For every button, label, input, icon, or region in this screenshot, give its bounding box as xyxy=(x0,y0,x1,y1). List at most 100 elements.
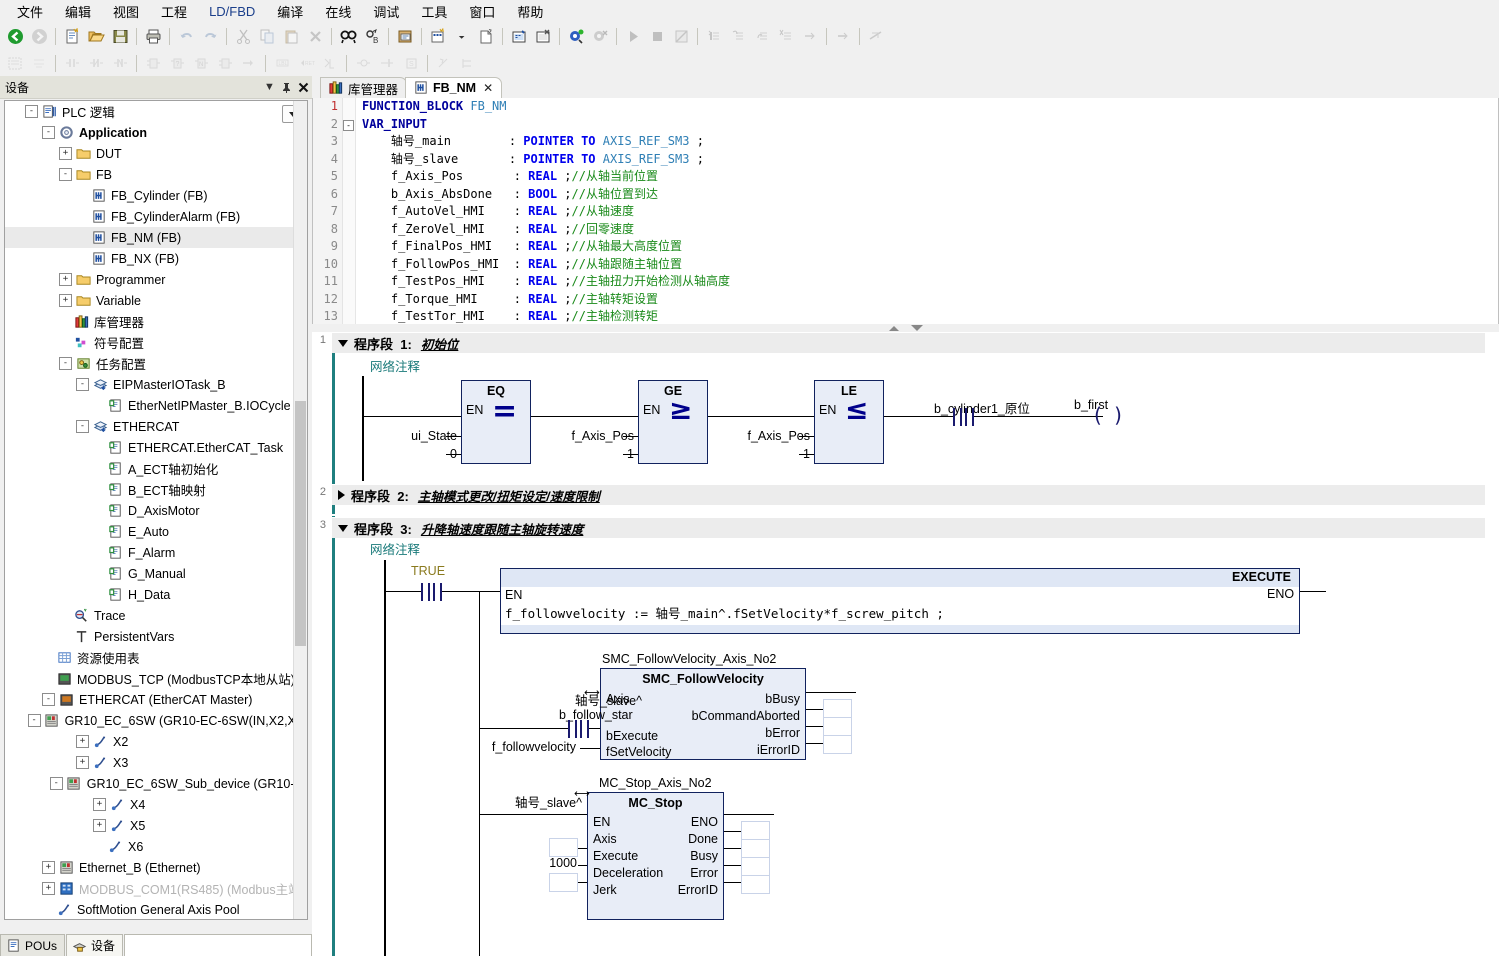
tree-item-GR10_EC_6SW_Sub_device (GR10-E([interactable]: - GR10_EC_6SW_Sub_device (GR10-E( xyxy=(5,773,307,794)
ge-input1-label[interactable]: f_Axis_Pos xyxy=(534,429,634,443)
code-line[interactable]: f_Axis_Pos : REAL ;//从轴当前位置 xyxy=(362,168,1498,186)
tree-item-库管理器[interactable]: 库管理器 xyxy=(5,311,307,332)
menu-item-工程[interactable]: 工程 xyxy=(150,0,198,23)
tree-item-X3[interactable]: + X3 xyxy=(5,752,307,773)
code-line[interactable]: f_TestTor_HMI : REAL ;//主轴检测转矩 xyxy=(362,308,1498,326)
menu-item-编辑[interactable]: 编辑 xyxy=(54,0,102,23)
back-icon[interactable] xyxy=(3,25,27,48)
eq-input1-label[interactable]: ui_State xyxy=(361,429,457,443)
code-line[interactable]: f_FinalPos_HMI : REAL ;//从轴最大高度位置 xyxy=(362,238,1498,256)
tree-item-资源使用表[interactable]: 资源使用表 xyxy=(5,647,307,668)
tree-item-FB_CylinderAlarm (FB)[interactable]: FB_CylinderAlarm (FB) xyxy=(5,206,307,227)
tree-item-X5[interactable]: + X5 xyxy=(5,815,307,836)
collapse-box-icon[interactable]: - xyxy=(76,378,89,391)
tree-item-ETHERCAT (EtherCAT Master)[interactable]: - ETHERCAT (EtherCAT Master) xyxy=(5,689,307,710)
smc-berror-operand-box[interactable] xyxy=(823,717,852,736)
code-line[interactable]: f_TestPos_HMI : REAL ;//主轴扭力开始检测从轴高度 xyxy=(362,273,1498,291)
coil-b-first[interactable]: ( ) xyxy=(1094,405,1125,425)
tree-item-F_Alarm[interactable]: F_Alarm xyxy=(5,542,307,563)
splitter-down-icon[interactable] xyxy=(910,325,923,331)
tree-item-FB_NM (FB)[interactable]: FB_NM (FB) xyxy=(5,227,307,248)
menu-item-窗口[interactable]: 窗口 xyxy=(458,0,506,23)
code-line[interactable]: f_AutoVel_HMI : REAL ;//从轴速度 xyxy=(362,203,1498,221)
network-3-comment[interactable]: 网络注释 xyxy=(370,539,420,558)
expand-box-icon[interactable]: + xyxy=(93,819,106,832)
expand-triangle-icon[interactable] xyxy=(338,490,345,500)
contact-true-a[interactable] xyxy=(421,583,430,601)
network-3-title[interactable]: 升降轴速度跟随主轴旋转速度 xyxy=(421,519,584,538)
collapse-box-icon[interactable]: - xyxy=(27,714,41,727)
declaration-fold-column[interactable]: - xyxy=(343,98,356,331)
editor-tab-FB_NM[interactable]: FB_NM ✕ xyxy=(405,77,503,98)
properties-icon[interactable] xyxy=(393,25,417,48)
menu-item-工具[interactable]: 工具 xyxy=(410,0,458,23)
device-tree[interactable]: - PLC 逻辑 - Application + DUT - FB FB_Cylinder (F… xyxy=(4,100,308,920)
logout-icon[interactable] xyxy=(531,25,555,48)
fold-marker[interactable]: - xyxy=(343,116,355,134)
collapse-box-icon[interactable]: - xyxy=(343,120,354,131)
tree-item-Variable[interactable]: + Variable xyxy=(5,290,307,311)
expand-box-icon[interactable]: + xyxy=(42,861,55,874)
tree-item-EIPMasterIOTask_B[interactable]: - EIPMasterIOTask_B xyxy=(5,374,307,395)
print-icon[interactable] xyxy=(141,25,165,48)
ladder-editor[interactable]: 1 程序段 1: 初始位 网络注释 EQ EN = ui_State 0 xyxy=(312,332,1499,956)
replace-icon[interactable]: B xyxy=(360,25,384,48)
chevron-down-icon[interactable]: ▼ xyxy=(261,79,278,96)
device-tree-vscrollbar[interactable] xyxy=(293,101,307,919)
mc-stop-execute-box[interactable] xyxy=(549,838,578,857)
collapse-box-icon[interactable]: - xyxy=(25,105,38,118)
code-line[interactable]: 轴号_slave : POINTER TO AXIS_REF_SM3 ; xyxy=(362,151,1498,169)
menu-item-编译[interactable]: 编译 xyxy=(266,0,314,23)
network-2-header[interactable]: 程序段 2: 主轴模式更改/扭矩设定/速度限制 xyxy=(332,484,1485,505)
declaration-splitter[interactable] xyxy=(312,324,1499,332)
expand-box-icon[interactable]: + xyxy=(59,273,72,286)
code-line[interactable]: 轴号_main : POINTER TO AXIS_REF_SM3 ; xyxy=(362,133,1498,151)
close-icon[interactable] xyxy=(295,79,312,96)
contact-b-cylinder1-label[interactable]: b_cylinder1_原位 xyxy=(934,398,1030,417)
menu-item-调试[interactable]: 调试 xyxy=(362,0,410,23)
tree-item-FB_NX (FB)[interactable]: FB_NX (FB) xyxy=(5,248,307,269)
save-icon[interactable] xyxy=(108,25,132,48)
collapse-box-icon[interactable]: - xyxy=(49,777,63,790)
contact-b-follow-star-a[interactable] xyxy=(568,720,577,738)
tree-item-Trace[interactable]: Trace xyxy=(5,605,307,626)
contact-true-b[interactable] xyxy=(433,583,442,601)
dropdown-arrow-icon[interactable] xyxy=(450,25,474,48)
collapse-triangle-icon[interactable] xyxy=(338,339,348,347)
login-icon[interactable] xyxy=(507,25,531,48)
expand-box-icon[interactable]: + xyxy=(93,798,106,811)
eq-block[interactable]: EQ EN = xyxy=(461,380,531,464)
expand-box-icon[interactable]: + xyxy=(59,294,72,307)
tree-item-G_Manual[interactable]: G_Manual xyxy=(5,563,307,584)
network-3-header[interactable]: 程序段 3: 升降轴速度跟随主轴旋转速度 xyxy=(332,517,1485,538)
build-icon[interactable] xyxy=(426,25,450,48)
collapse-box-icon[interactable]: - xyxy=(42,126,55,139)
tree-item-MODBUS_COM1(RS485) (Modbus主站)[interactable]: + MODBUS_COM1(RS485) (Modbus主站) xyxy=(5,878,307,899)
collapse-box-icon[interactable]: - xyxy=(42,693,55,706)
mc-stop-deceleration-label[interactable]: 1000 xyxy=(487,856,577,870)
tree-item-D_AxisMotor[interactable]: D_AxisMotor xyxy=(5,500,307,521)
new-file-icon[interactable] xyxy=(60,25,84,48)
tree-item-FB_Cylinder (FB)[interactable]: FB_Cylinder (FB) xyxy=(5,185,307,206)
menu-item-文件[interactable]: 文件 xyxy=(6,0,54,23)
code-line[interactable]: f_ZeroVel_HMI : REAL ;//回零速度 xyxy=(362,221,1498,239)
code-line[interactable]: VAR_INPUT xyxy=(362,116,1498,134)
mc-stop-jerk-box[interactable] xyxy=(549,873,578,892)
expand-box-icon[interactable]: + xyxy=(42,882,55,895)
tree-item-FB[interactable]: - FB xyxy=(5,164,307,185)
panel-tab-设备[interactable]: 设备 xyxy=(66,934,124,956)
network-1-comment[interactable]: 网络注释 xyxy=(370,356,420,375)
tree-item-Ethernet_B (Ethernet)[interactable]: + Ethernet_B (Ethernet) xyxy=(5,857,307,878)
tree-item-B_ECT轴映射[interactable]: B_ECT轴映射 xyxy=(5,479,307,500)
expand-box-icon[interactable]: + xyxy=(76,735,89,748)
pin-icon[interactable] xyxy=(278,79,295,96)
tree-item-H_Data[interactable]: H_Data xyxy=(5,584,307,605)
le-input2-label[interactable]: 1 xyxy=(710,447,810,461)
tree-item-PersistentVars[interactable]: PersistentVars xyxy=(5,626,307,647)
tree-item-X4[interactable]: + X4 xyxy=(5,794,307,815)
smc-input-axis-text[interactable]: 轴号_slave^ xyxy=(467,690,642,709)
contact-b-cylinder1[interactable] xyxy=(953,408,962,426)
mc-stop-error-operand-box[interactable] xyxy=(741,857,770,876)
tree-item-Programmer[interactable]: + Programmer xyxy=(5,269,307,290)
tree-item-SoftMotion General Axis Pool[interactable]: SoftMotion General Axis Pool xyxy=(5,899,307,919)
